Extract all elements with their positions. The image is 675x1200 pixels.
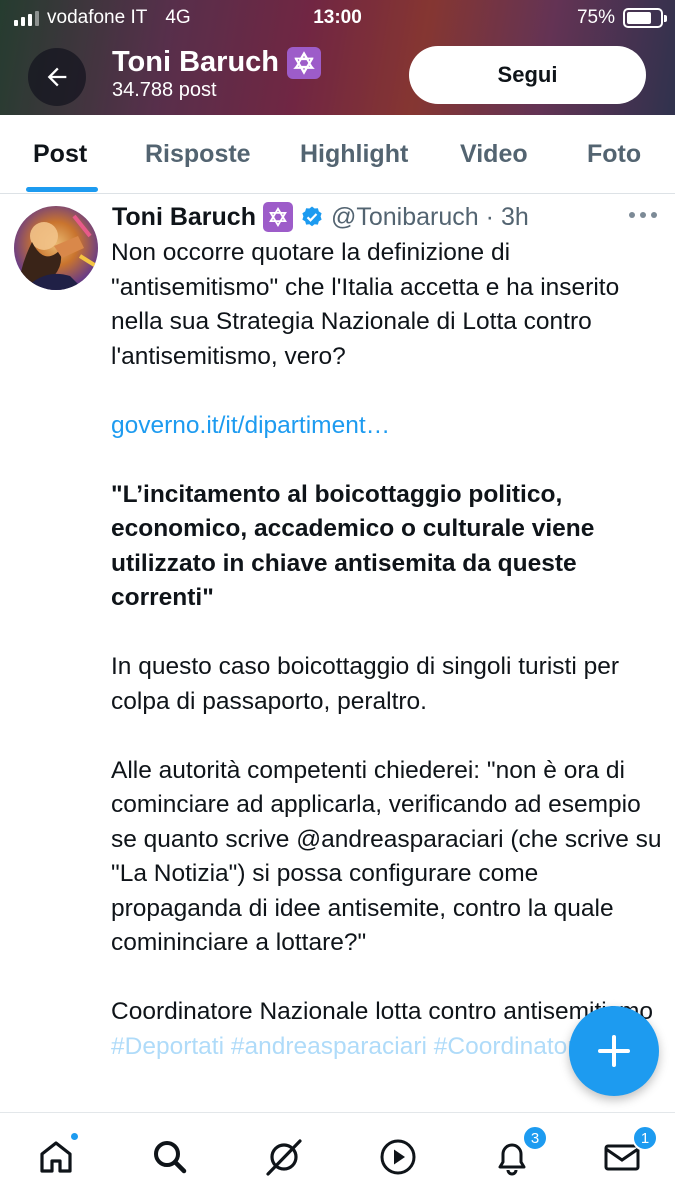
profile-screen: vodafone IT 4G 13:00 75% Toni Baruch 34.… (0, 0, 675, 1200)
play-icon (380, 1139, 416, 1175)
tab-foto[interactable]: Foto (587, 140, 641, 169)
plus-icon (598, 1035, 630, 1067)
more-options-icon[interactable] (629, 212, 657, 218)
tweet-header: Toni Baruch @Tonibaruch · 3h (112, 202, 529, 232)
status-time: 13:00 (313, 7, 362, 28)
profile-header: Toni Baruch 34.788 post (112, 46, 322, 102)
nav-video[interactable] (376, 1135, 420, 1179)
tab-video[interactable]: Video (460, 140, 528, 169)
bottom-navigation: 3 1 (0, 1112, 675, 1200)
tweet-author-name[interactable]: Toni Baruch (112, 203, 256, 232)
tweet-link[interactable]: governo.it/it/dipartiment… (111, 409, 663, 444)
back-button[interactable] (28, 48, 86, 106)
tweet-paragraph: Non occorre quotare la definizione di "a… (111, 239, 620, 370)
verified-badge-icon (302, 206, 322, 227)
avatar[interactable] (14, 206, 98, 290)
active-tab-indicator (26, 187, 98, 192)
star-of-david-icon (262, 202, 293, 232)
grok-icon (266, 1139, 302, 1176)
compose-button[interactable] (569, 1006, 659, 1096)
profile-tabs: Post Risposte Highlight Video Foto (0, 115, 675, 194)
tweet-quote: "L’incitamento al boicottaggio politico,… (111, 480, 595, 612)
arrow-left-icon (47, 67, 67, 87)
tweet-time: 3h (501, 202, 529, 231)
tweet[interactable]: Toni Baruch @Tonibaruch · 3h Non occorre… (0, 194, 675, 1112)
post-count: 34.788 post (112, 79, 217, 101)
home-icon (40, 1141, 72, 1173)
tweet-separator: · (485, 202, 494, 231)
battery-icon (623, 8, 667, 28)
tab-highlight[interactable]: Highlight (300, 140, 408, 169)
tweet-handle[interactable]: @Tonibaruch (331, 203, 479, 232)
nav-notifications[interactable]: 3 (490, 1125, 548, 1179)
search-icon (154, 1141, 187, 1174)
new-content-dot (69, 1131, 80, 1142)
tab-risposte[interactable]: Risposte (145, 140, 251, 169)
tab-post[interactable]: Post (33, 140, 87, 169)
tweet-paragraph: In questo caso boicottaggio di singoli t… (111, 653, 619, 715)
messages-badge: 1 (632, 1125, 658, 1151)
tweet-paragraph: Alle autorità competenti chiederei: "non… (111, 756, 662, 957)
follow-button[interactable]: Segui (409, 46, 646, 104)
nav-grok[interactable] (262, 1135, 306, 1179)
status-bar: vodafone IT 4G 13:00 75% (0, 0, 675, 38)
battery-percent: 75% (576, 7, 615, 28)
star-of-david-icon (287, 46, 322, 79)
notification-badge: 3 (522, 1125, 548, 1151)
nav-home[interactable] (34, 1131, 80, 1179)
nav-messages[interactable]: 1 (600, 1125, 658, 1179)
tweet-text: Non occorre quotare la definizione di "a… (111, 236, 663, 1064)
profile-name: Toni Baruch (112, 46, 280, 78)
nav-search[interactable] (148, 1135, 192, 1179)
